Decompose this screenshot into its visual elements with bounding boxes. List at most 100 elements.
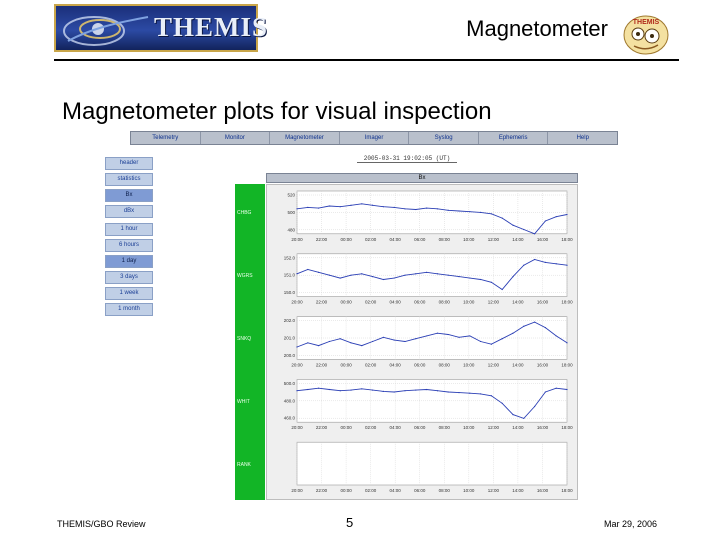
x-tick-label: 08:00 [439, 488, 451, 493]
data-point [566, 264, 568, 266]
data-point [415, 338, 417, 340]
menu-item-header[interactable]: header [105, 157, 153, 170]
x-tick-label: 00:00 [340, 362, 352, 367]
x-tick-label: 18:00 [561, 425, 573, 430]
data-point [544, 327, 546, 329]
x-tick-label: 14:00 [512, 488, 524, 493]
data-point [415, 273, 417, 275]
x-tick-label: 20:00 [291, 300, 303, 305]
data-point [523, 264, 525, 266]
data-point [382, 278, 384, 281]
x-tick-label: 22:00 [316, 488, 328, 493]
menu-item-bx[interactable]: Bx [105, 189, 153, 202]
data-point [447, 333, 449, 336]
data-point [296, 273, 298, 275]
header-divider [54, 59, 679, 61]
nav-tab-magnetometer[interactable]: Magnetometer [270, 132, 340, 144]
data-point [480, 393, 482, 395]
data-point [480, 340, 482, 343]
data-point [350, 274, 352, 276]
plot-component-header: Bx [266, 173, 578, 183]
data-point [350, 342, 352, 344]
data-point [480, 278, 482, 281]
data-point [372, 204, 374, 206]
data-point [501, 402, 503, 404]
data-point [361, 273, 363, 275]
x-tick-label: 00:00 [340, 237, 352, 242]
data-point [555, 263, 557, 265]
data-point [544, 261, 546, 263]
nav-tab-ephemeris[interactable]: Ephemeris [479, 132, 549, 144]
x-tick-label: 06:00 [414, 300, 426, 305]
x-tick-label: 14:00 [512, 237, 524, 242]
data-point [318, 387, 320, 389]
menu-item-1-hour[interactable]: 1 hour [105, 223, 153, 236]
nav-tab-help[interactable]: Help [548, 132, 617, 144]
data-point [328, 388, 330, 391]
data-point [361, 344, 363, 347]
footer-date: Mar 29, 2006 [604, 519, 658, 529]
menu-item-3-days[interactable]: 3 days [105, 271, 153, 284]
y-tick-label: 202.0 [284, 318, 296, 323]
x-tick-label: 00:00 [340, 488, 352, 493]
data-point [544, 220, 546, 222]
data-point [307, 342, 309, 344]
menu-item-1-month[interactable]: 1 month [105, 303, 153, 316]
x-tick-label: 10:00 [463, 300, 475, 305]
data-point [544, 391, 546, 393]
panel-rank: 20:00 22:00 00:00 02:00 04:00 06:00 08:00 10:00… [291, 441, 573, 493]
data-point [307, 206, 309, 209]
data-point [534, 233, 536, 235]
x-tick-label: 16:00 [537, 362, 549, 367]
data-point [339, 338, 341, 340]
y-tick-label: 500 [287, 210, 295, 215]
data-point [350, 204, 352, 206]
data-point [404, 340, 406, 343]
menu-item-1-day[interactable]: 1 day [105, 255, 153, 268]
x-tick-label: 10:00 [463, 488, 475, 493]
x-tick-label: 00:00 [340, 300, 352, 305]
data-point [523, 417, 525, 420]
page-number: 5 [346, 515, 354, 530]
data-point [382, 390, 384, 392]
y-tick-label: 500.0 [284, 381, 296, 386]
data-point [523, 325, 525, 327]
data-point [501, 288, 503, 291]
data-point [490, 395, 492, 397]
data-point [480, 211, 482, 213]
x-tick-label: 02:00 [365, 425, 377, 430]
data-point [458, 336, 460, 338]
nav-tab-telemetry[interactable]: Telemetry [131, 132, 201, 144]
aurora-swirl-icon [63, 16, 149, 46]
menu-item-6-hours[interactable]: 6 hours [105, 239, 153, 252]
data-point [426, 335, 428, 337]
x-tick-label: 18:00 [561, 488, 573, 493]
station-label: RANK [237, 461, 251, 468]
menu-item-1-week[interactable]: 1 week [105, 287, 153, 300]
x-tick-label: 20:00 [291, 237, 303, 242]
menu-item-statistics[interactable]: statistics [105, 173, 153, 186]
x-tick-label: 02:00 [365, 300, 377, 305]
data-point [512, 414, 514, 416]
plot-options-menu: header statistics Bx dBx 1 hour 6 hours 1 day 3… [105, 157, 153, 319]
data-point [328, 274, 330, 276]
data-point [436, 273, 438, 275]
x-tick-label: 10:00 [463, 425, 475, 430]
data-point [393, 277, 395, 279]
data-point [490, 343, 492, 345]
data-point [458, 392, 460, 394]
x-tick-label: 22:00 [316, 300, 328, 305]
y-tick-label: 200.0 [284, 353, 296, 358]
data-point [469, 211, 471, 213]
x-tick-label: 00:00 [340, 425, 352, 430]
x-tick-label: 12:00 [488, 488, 500, 493]
x-tick-label: 08:00 [439, 362, 451, 367]
data-point [339, 206, 341, 208]
nav-tab-monitor[interactable]: Monitor [201, 132, 271, 144]
data-point [534, 321, 536, 323]
nav-tab-imager[interactable]: Imager [340, 132, 410, 144]
x-tick-label: 18:00 [561, 237, 573, 242]
menu-item-dbx[interactable]: dBx [105, 205, 153, 218]
nav-tab-syslog[interactable]: Syslog [409, 132, 479, 144]
x-tick-label: 04:00 [390, 237, 402, 242]
